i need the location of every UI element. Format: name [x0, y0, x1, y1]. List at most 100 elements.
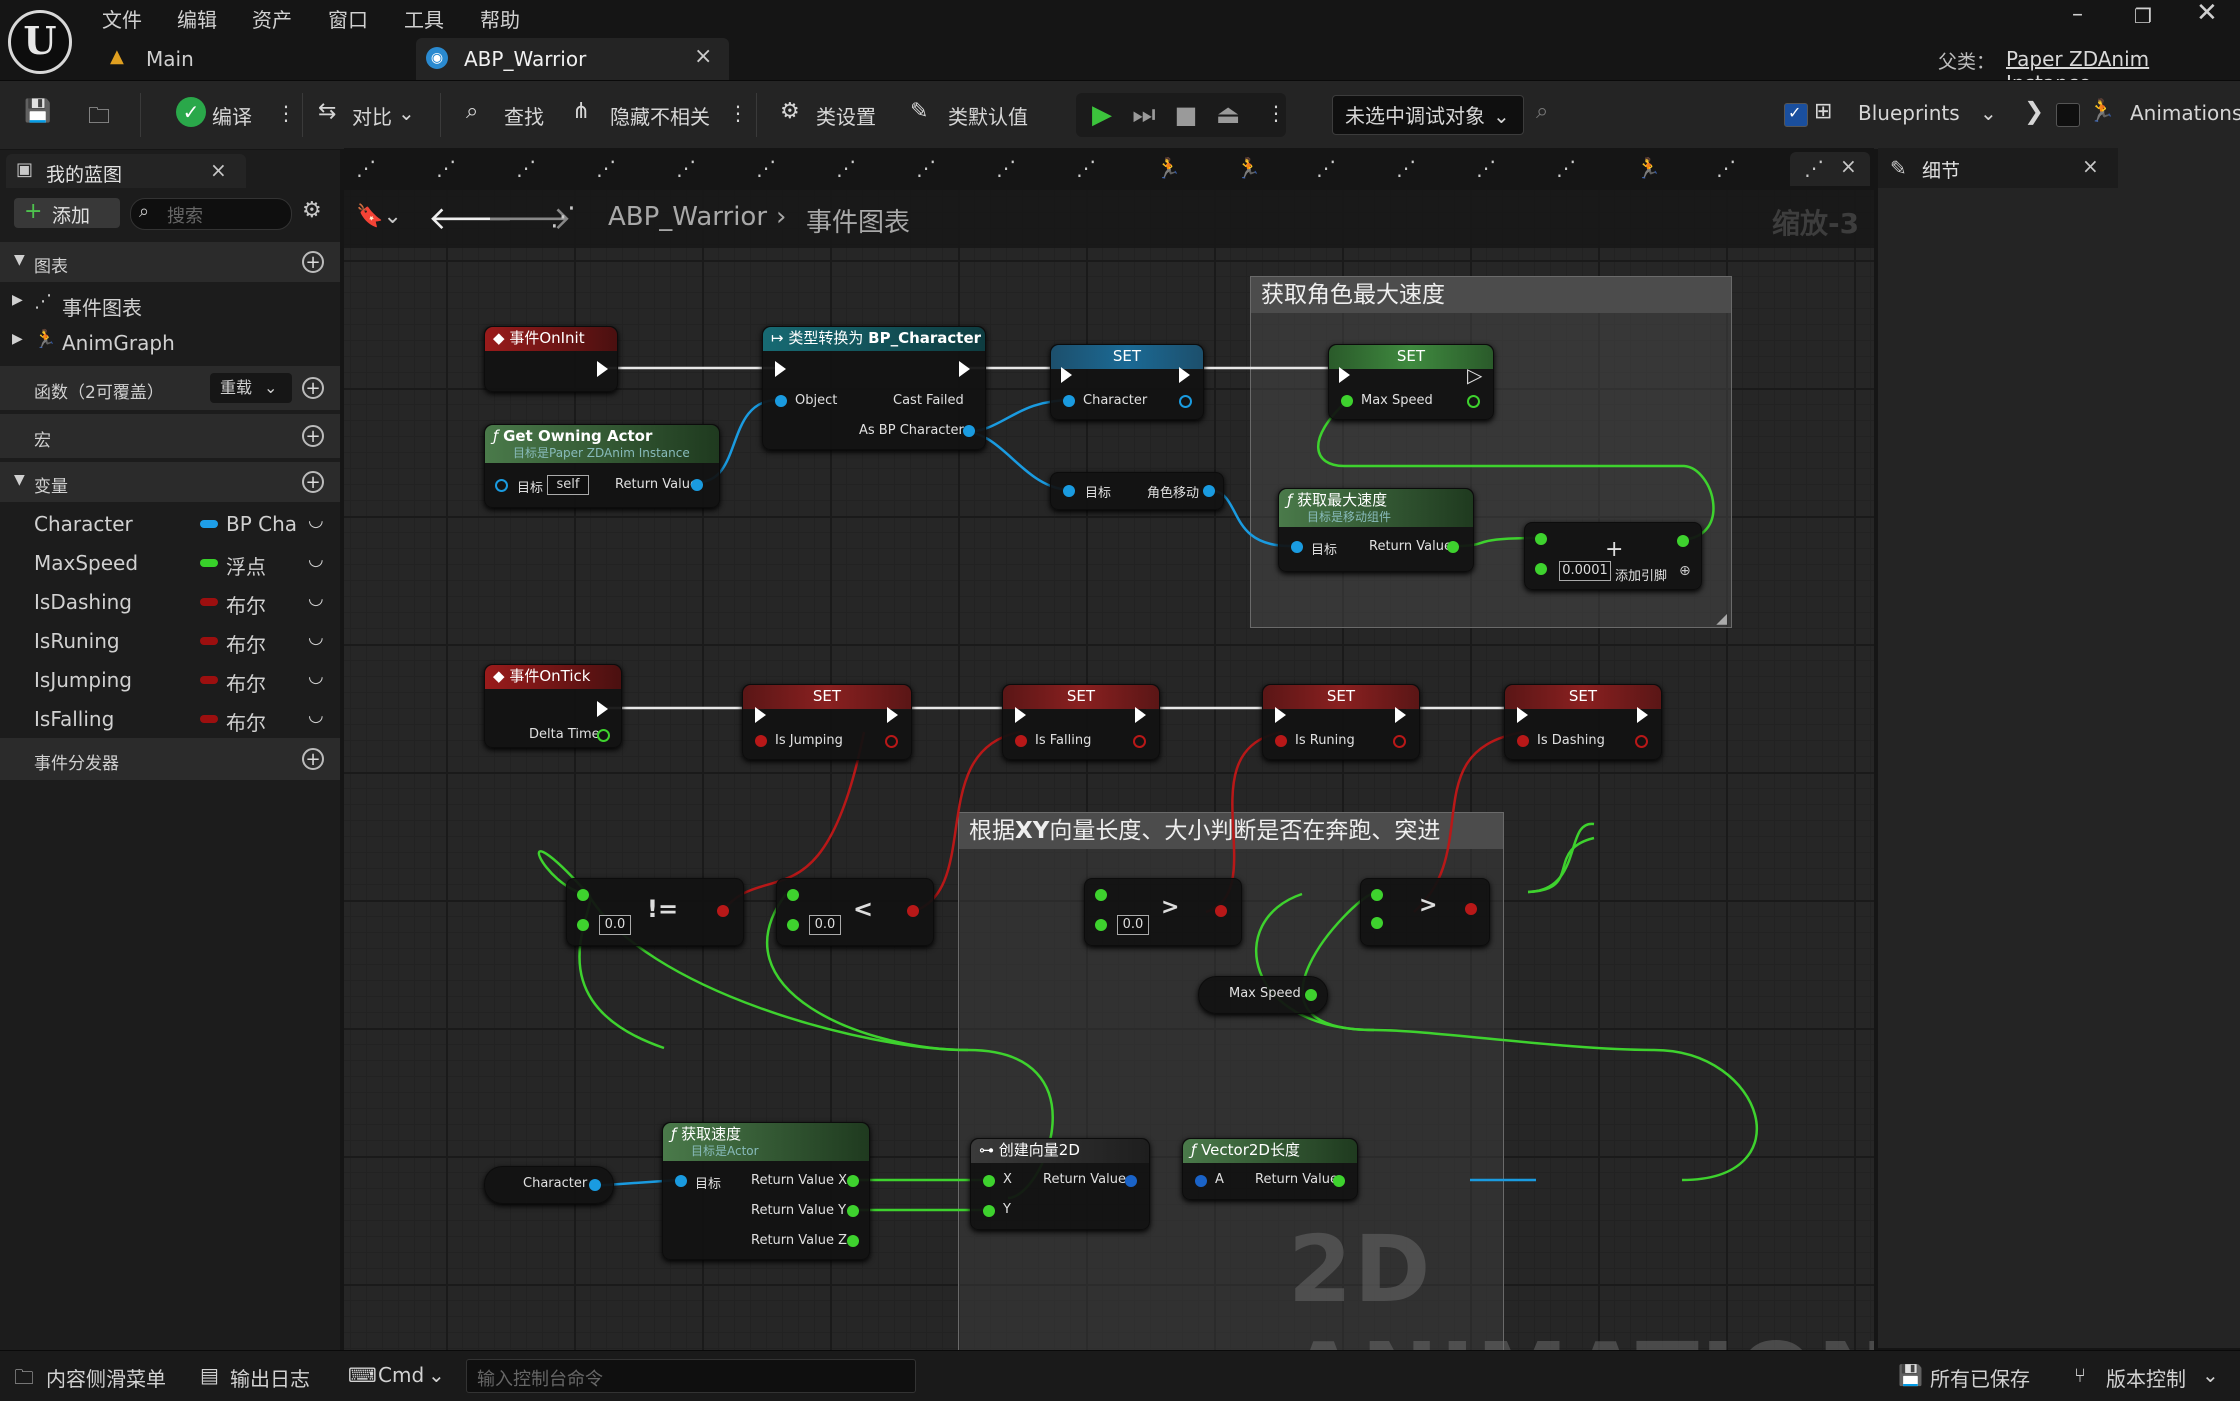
event-graph-canvas[interactable]: 获取角色最大速度 ◢ 根据XY向量长度、大小判断是否在奔跑、突进 ◢	[344, 150, 1874, 1350]
cast-to-bp-character-node[interactable]: ↦ 类型转换为 BP_Character Object Cast Failed …	[762, 326, 986, 450]
animation-tab-icon[interactable]: 🏃	[1236, 156, 1261, 180]
active-graph-tab[interactable]: ⋰ ×	[1790, 152, 1870, 186]
graph-tab-icon[interactable]: ⋰	[1556, 156, 1576, 180]
variable-row[interactable]: Character BP Char ◡	[0, 504, 340, 543]
animation-tab-icon[interactable]: 🏃	[1156, 156, 1181, 180]
add-graph-icon[interactable]: +	[302, 251, 324, 273]
make-vector2d-node[interactable]: ⊶ 创建向量2D X Return Value Y	[970, 1138, 1150, 1230]
class-settings-button[interactable]: 类设置	[816, 101, 876, 130]
add-pin-icon[interactable]: ⊕	[1679, 563, 1691, 579]
float-input[interactable]: 0.0	[599, 915, 631, 935]
graph-item-event-graph[interactable]: ▶ ⋰ 事件图表	[0, 284, 340, 323]
visibility-eye-icon[interactable]: ◡	[308, 510, 324, 531]
search-input[interactable]: ⌕ 搜索	[130, 198, 292, 230]
graph-tab-icon[interactable]: ⋰	[1316, 156, 1336, 180]
less-than-node[interactable]: 0.0 <	[776, 878, 934, 946]
character-getter-node[interactable]: Character	[484, 1166, 614, 1204]
functions-section[interactable]: 函数（2可覆盖） 重载 ⌄ +	[0, 366, 340, 410]
graph-tab-icon[interactable]: ⋰	[356, 156, 376, 180]
graph-tab-icon[interactable]: ⋰	[596, 156, 616, 180]
class-defaults-button[interactable]: 类默认值	[948, 101, 1028, 130]
hide-unrelated-button[interactable]: 隐藏不相关	[610, 101, 710, 130]
self-input[interactable]: self	[547, 475, 589, 495]
debug-object-select[interactable]: 未选中调试对象 ⌄	[1332, 95, 1524, 135]
set-max-speed-node[interactable]: SET ▷ Max Speed	[1328, 344, 1494, 420]
find-button[interactable]: 查找	[504, 101, 544, 130]
step-icon[interactable]: ⏭	[1124, 95, 1164, 135]
add-macro-icon[interactable]: +	[302, 425, 324, 447]
all-saved-button[interactable]: 所有已保存	[1930, 1363, 2030, 1392]
menu-edit[interactable]: 编辑	[177, 4, 217, 33]
compile-button[interactable]: 编译	[212, 101, 252, 130]
settings-gear-icon[interactable]: ⚙	[302, 198, 322, 223]
eject-icon[interactable]: ⏏	[1208, 95, 1248, 135]
graph-tab-icon[interactable]: ⋰	[1716, 156, 1736, 180]
visibility-eye-icon[interactable]: ◡	[308, 705, 324, 726]
graph-tab-icon[interactable]: ⋰	[836, 156, 856, 180]
macros-section[interactable]: 宏 +	[0, 414, 340, 458]
close-window-icon[interactable]: ✕	[2196, 0, 2218, 28]
breadcrumb-graph[interactable]: 事件图表	[806, 202, 910, 239]
bookmark-icon[interactable]: 🔖⌄	[356, 204, 402, 229]
breadcrumb-blueprint[interactable]: ABP_Warrior	[608, 202, 767, 232]
output-log-button[interactable]: 输出日志	[230, 1363, 310, 1392]
float-input[interactable]: 0.0001	[1559, 561, 1611, 581]
add-button[interactable]: + 添加	[14, 198, 120, 228]
graph-tab-icon[interactable]: ⋰	[756, 156, 776, 180]
browse-icon[interactable]: 🗀	[88, 99, 110, 137]
content-drawer-button[interactable]: 内容侧滑菜单	[46, 1363, 166, 1392]
close-tab-icon[interactable]: ×	[694, 44, 712, 69]
menu-window[interactable]: 窗口	[328, 4, 368, 33]
variable-row[interactable]: IsRuning 布尔 ◡	[0, 621, 340, 660]
greater-than-node[interactable]: 0.0 >	[1084, 878, 1242, 946]
set-is-runing-node[interactable]: SET Is Runing	[1262, 684, 1420, 760]
vector2d-length-node[interactable]: ƒ Vector2D长度 A Return Value	[1182, 1138, 1358, 1200]
play-options-icon[interactable]: ⋮	[1266, 101, 1286, 125]
add-variable-icon[interactable]: +	[302, 471, 324, 493]
chevron-down-icon[interactable]: ⌄	[398, 101, 415, 125]
set-character-node[interactable]: SET Character	[1050, 344, 1204, 420]
play-icon[interactable]: ▶	[1082, 95, 1122, 135]
graph-tab-icon[interactable]: ⋰	[676, 156, 696, 180]
tab-abp-warrior[interactable]: ◉ ABP_Warrior ×	[416, 38, 729, 80]
graph-tab-icon[interactable]: ⋰	[1076, 156, 1096, 180]
close-tab-icon[interactable]: ×	[1840, 154, 1857, 178]
stop-icon[interactable]: ■	[1166, 95, 1206, 135]
details-tab[interactable]: ✎ 细节 ×	[1878, 148, 2118, 188]
add-dispatcher-icon[interactable]: +	[302, 748, 324, 770]
graph-tab-icon[interactable]: ⋰	[916, 156, 936, 180]
variable-row[interactable]: IsFalling 布尔 ◡	[0, 699, 340, 738]
get-max-speed-node[interactable]: ƒ 获取最大速度 目标是移动组件 目标 Return Value	[1278, 488, 1474, 572]
menu-tools[interactable]: 工具	[404, 4, 444, 33]
animations-mode-button[interactable]: Animations	[2130, 101, 2240, 125]
add-function-icon[interactable]: +	[302, 377, 324, 399]
get-velocity-node[interactable]: ƒ 获取速度 目标是Actor 目标 Return Value X Return …	[662, 1122, 870, 1260]
set-is-jumping-node[interactable]: SET Is Jumping	[742, 684, 912, 760]
character-movement-node[interactable]: 目标 角色移动	[1050, 472, 1224, 510]
set-is-falling-node[interactable]: SET Is Falling	[1002, 684, 1160, 760]
graph-tab-icon[interactable]: ⋰	[436, 156, 456, 180]
variable-row[interactable]: MaxSpeed 浮点 ◡	[0, 543, 340, 582]
graph-tab-icon[interactable]: ⋰	[516, 156, 536, 180]
menu-asset[interactable]: 资产	[252, 4, 292, 33]
add-float-node[interactable]: + 0.0001 添加引脚 ⊕	[1524, 522, 1702, 590]
greater-than-node-2[interactable]: >	[1360, 878, 1490, 946]
graph-tab-icon[interactable]: ⋰	[1396, 156, 1416, 180]
save-icon[interactable]: 💾	[24, 99, 51, 124]
get-owning-actor-node[interactable]: ƒ Get Owning Actor 目标是Paper ZDAnim Instan…	[484, 424, 720, 508]
float-input[interactable]: 0.0	[809, 915, 841, 935]
graphs-section[interactable]: ▼ 图表 +	[0, 242, 340, 282]
graph-tab-icon[interactable]: ⋰	[996, 156, 1016, 180]
variable-row[interactable]: IsDashing 布尔 ◡	[0, 582, 340, 621]
cmd-dropdown[interactable]: Cmd	[378, 1363, 424, 1387]
visibility-eye-icon[interactable]: ◡	[308, 549, 324, 570]
visibility-eye-icon[interactable]: ◡	[308, 666, 324, 687]
compile-options-icon[interactable]: ⋮	[276, 101, 296, 125]
minimize-icon[interactable]: –	[2072, 2, 2083, 27]
float-input[interactable]: 0.0	[1117, 915, 1149, 935]
close-panel-icon[interactable]: ×	[2082, 154, 2099, 178]
max-speed-getter-node[interactable]: Max Speed	[1198, 976, 1328, 1014]
compile-icon[interactable]: ✓	[176, 97, 206, 127]
chevron-down-icon[interactable]: ⌄	[2202, 1363, 2219, 1387]
close-panel-icon[interactable]: ×	[210, 158, 227, 182]
